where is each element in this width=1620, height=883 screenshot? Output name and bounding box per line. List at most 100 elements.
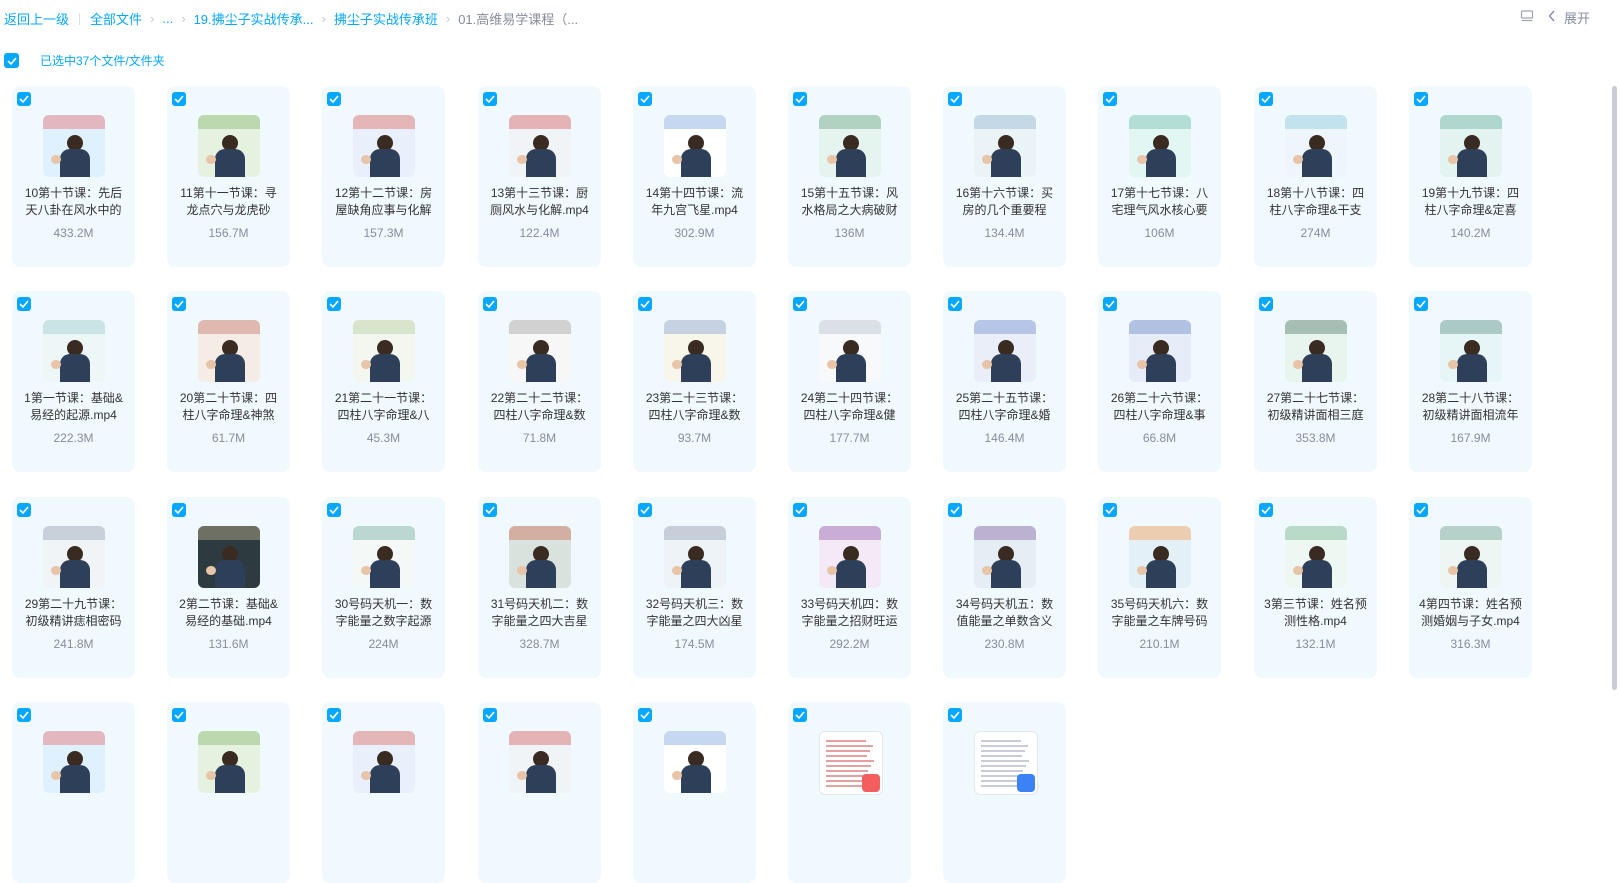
file-card[interactable]: 24第二十四节课：四柱八字命理&健 177.7M [788, 291, 911, 472]
view-mode-icon[interactable] [1520, 9, 1534, 26]
file-card[interactable] [943, 702, 1066, 883]
file-checkbox[interactable] [172, 503, 186, 517]
file-card[interactable]: 33号码天机四：数字能量之招财旺运 292.2M [788, 497, 911, 678]
file-card[interactable]: 29第二十九节课：初级精讲痣相密码 241.8M [12, 497, 135, 678]
file-checkbox[interactable] [483, 92, 497, 106]
file-card[interactable] [12, 702, 135, 883]
file-checkbox[interactable] [483, 708, 497, 722]
file-card[interactable]: 28第二十八节课：初级精讲面相流年 167.9M [1409, 291, 1532, 472]
file-checkbox[interactable] [172, 297, 186, 311]
file-checkbox[interactable] [483, 297, 497, 311]
file-checkbox[interactable] [948, 92, 962, 106]
file-checkbox[interactable] [948, 708, 962, 722]
file-card[interactable]: 1第一节课：基础&易经的起源.mp4 222.3M [12, 291, 135, 472]
file-card[interactable]: 30号码天机一：数字能量之数字起源 224M [322, 497, 445, 678]
file-card[interactable]: 23第二十三节课：四柱八字命理&数 93.7M [633, 291, 756, 472]
breadcrumb-item-ellipsis[interactable]: ... [162, 11, 173, 26]
file-card[interactable]: 15第十五节课：风水格局之大病破财 136M [788, 86, 911, 267]
file-card[interactable]: 26第二十六节课：四柱八字命理&事 66.8M [1098, 291, 1221, 472]
video-thumbnail-icon [509, 115, 571, 177]
file-card[interactable]: 31号码天机二：数字能量之四大吉星 328.7M [478, 497, 601, 678]
scrollbar[interactable] [1612, 86, 1617, 690]
file-card[interactable] [633, 702, 756, 883]
file-card[interactable]: 34号码天机五：数值能量之单数含义 230.8M [943, 497, 1066, 678]
file-card[interactable]: 12第十二节课：房屋缺角应事与化解 157.3M [322, 86, 445, 267]
file-checkbox[interactable] [948, 503, 962, 517]
file-card[interactable] [322, 702, 445, 883]
file-card[interactable]: 35号码天机六：数字能量之车牌号码 210.1M [1098, 497, 1221, 678]
file-checkbox[interactable] [1259, 503, 1273, 517]
file-name: 28第二十八节课：初级精讲面相流年 [1421, 391, 1520, 422]
file-card[interactable]: 16第十六节课：买房的几个重要程 134.4M [943, 86, 1066, 267]
video-thumbnail-icon [664, 526, 726, 588]
file-checkbox[interactable] [1103, 297, 1117, 311]
file-checkbox[interactable] [948, 297, 962, 311]
file-checkbox[interactable] [17, 708, 31, 722]
pdf-file-icon [819, 731, 883, 795]
select-all-checkbox[interactable] [4, 53, 19, 68]
file-checkbox[interactable] [327, 297, 341, 311]
file-checkbox[interactable] [327, 92, 341, 106]
file-size: 292.2M [829, 637, 870, 651]
file-checkbox[interactable] [1259, 297, 1273, 311]
file-card[interactable]: 4第四节课：姓名预测婚姻与子女.mp4 316.3M [1409, 497, 1532, 678]
file-checkbox[interactable] [327, 503, 341, 517]
file-checkbox[interactable] [638, 92, 652, 106]
file-checkbox[interactable] [327, 708, 341, 722]
file-checkbox[interactable] [17, 503, 31, 517]
video-thumbnail-icon [974, 115, 1036, 177]
file-checkbox[interactable] [793, 92, 807, 106]
file-checkbox[interactable] [1259, 92, 1273, 106]
file-card[interactable]: 21第二十一节课：四柱八字命理&八 45.3M [322, 291, 445, 472]
video-thumbnail-icon [198, 526, 260, 588]
video-thumbnail-icon [974, 320, 1036, 382]
breadcrumb-item-folder-class[interactable]: 拂尘子实战传承班 [334, 9, 438, 28]
file-card[interactable]: 10第十节课：先后天八卦在风水中的 433.2M [12, 86, 135, 267]
file-checkbox[interactable] [638, 708, 652, 722]
file-checkbox[interactable] [793, 708, 807, 722]
view-controls: 展开 [1520, 8, 1590, 27]
file-checkbox[interactable] [793, 503, 807, 517]
file-checkbox[interactable] [638, 297, 652, 311]
file-name: 29第二十九节课：初级精讲痣相密码 [24, 597, 123, 628]
file-card[interactable]: 13第十三节课：厨厕风水与化解.mp4 122.4M [478, 86, 601, 267]
expand-button[interactable]: 展开 [1548, 8, 1590, 27]
file-size: 433.2M [53, 226, 94, 240]
file-name: 16第十六节课：买房的几个重要程 [955, 186, 1054, 217]
file-checkbox[interactable] [1414, 297, 1428, 311]
breadcrumb-item-folder-19[interactable]: 19.拂尘子实战传承... [194, 9, 314, 28]
file-checkbox[interactable] [1414, 92, 1428, 106]
file-checkbox[interactable] [172, 708, 186, 722]
back-link[interactable]: 返回上一级 [4, 9, 69, 28]
file-name: 25第二十五节课：四柱八字命理&婚 [955, 391, 1054, 422]
file-card[interactable]: 2第二节课：基础&易经的基础.mp4 131.6M [167, 497, 290, 678]
file-card[interactable]: 14第十四节课：流年九宫飞星.mp4 302.9M [633, 86, 756, 267]
file-checkbox[interactable] [638, 503, 652, 517]
file-card[interactable]: 17第十七节课：八宅理气风水核心要 106M [1098, 86, 1221, 267]
file-card[interactable] [167, 702, 290, 883]
file-checkbox[interactable] [1414, 503, 1428, 517]
breadcrumb-item-all-files[interactable]: 全部文件 [90, 9, 142, 28]
file-checkbox[interactable] [17, 92, 31, 106]
file-checkbox[interactable] [793, 297, 807, 311]
chevron-right-icon: › [150, 11, 155, 26]
file-card[interactable]: 27第二十七节课：初级精讲面相三庭 353.8M [1254, 291, 1377, 472]
file-card[interactable]: 3第三节课：姓名预测性格.mp4 132.1M [1254, 497, 1377, 678]
file-name: 33号码天机四：数字能量之招财旺运 [800, 597, 899, 628]
file-card[interactable]: 22第二十二节课：四柱八字命理&数 71.8M [478, 291, 601, 472]
file-checkbox[interactable] [1103, 92, 1117, 106]
file-checkbox[interactable] [483, 503, 497, 517]
file-card[interactable]: 20第二十节课：四柱八字命理&神煞 61.7M [167, 291, 290, 472]
file-card[interactable]: 32号码天机三：数字能量之四大凶星 174.5M [633, 497, 756, 678]
file-card[interactable]: 18第十八节课：四柱八字命理&干支 274M [1254, 86, 1377, 267]
file-name [175, 801, 282, 835]
file-checkbox[interactable] [172, 92, 186, 106]
file-card[interactable]: 11第十一节课：寻龙点穴与龙虎砂 156.7M [167, 86, 290, 267]
file-name: 24第二十四节课：四柱八字命理&健 [800, 391, 899, 422]
file-card[interactable]: 25第二十五节课：四柱八字命理&婚 146.4M [943, 291, 1066, 472]
file-card[interactable] [788, 702, 911, 883]
file-card[interactable]: 19第十九节课：四柱八字命理&定喜 140.2M [1409, 86, 1532, 267]
file-card[interactable] [478, 702, 601, 883]
file-checkbox[interactable] [1103, 503, 1117, 517]
file-checkbox[interactable] [17, 297, 31, 311]
